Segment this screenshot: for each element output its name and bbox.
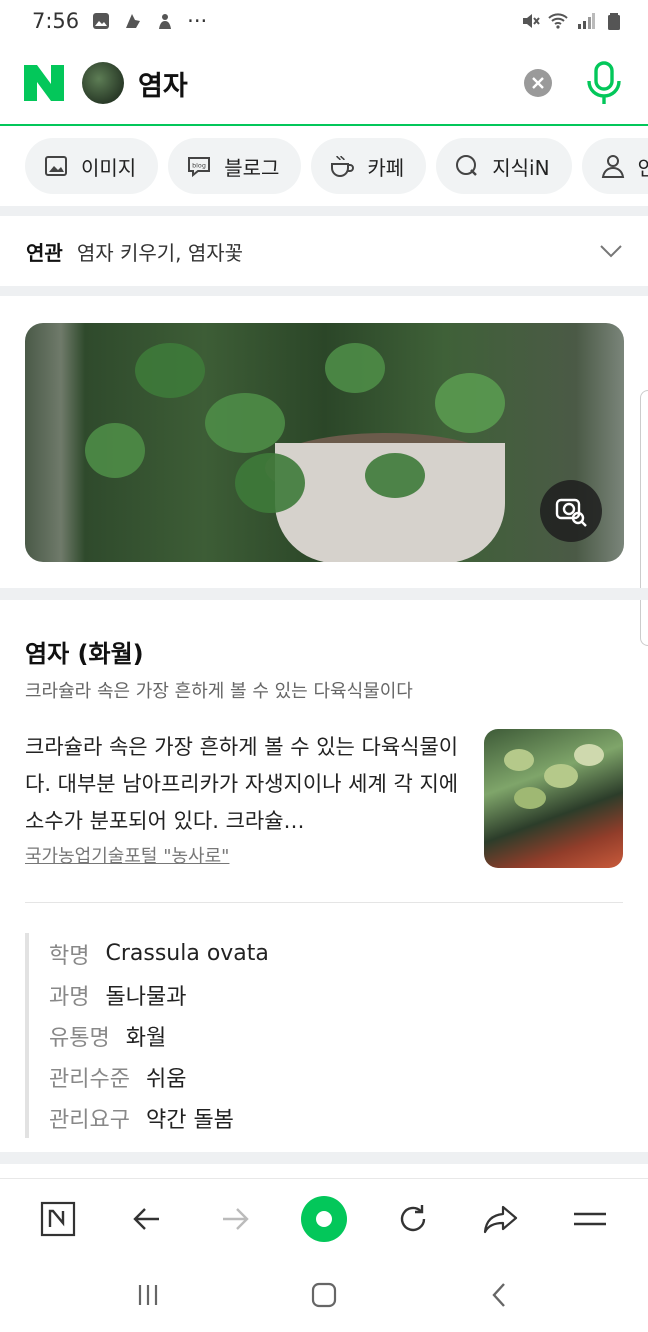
clear-search-button[interactable]	[524, 69, 552, 97]
related-keywords: 염자 키우기, 염자꽃	[76, 240, 244, 265]
tab-cafe[interactable]: 카페	[311, 138, 427, 194]
system-navigation-bar	[0, 1258, 648, 1332]
leaf	[135, 343, 205, 398]
share-icon	[483, 1205, 518, 1233]
tab-label: 카페	[367, 155, 405, 180]
related-searches[interactable]: 연관 염자 키우기, 염자꽃	[0, 216, 648, 286]
lens-search-icon	[555, 498, 587, 527]
section-divider	[0, 286, 648, 296]
fact-key: 과명	[49, 984, 90, 1010]
fact-row: 유통명 화월	[49, 1015, 623, 1056]
tab-blog[interactable]: blog 블로그	[168, 138, 302, 194]
search-category-tabs: 이미지 blog 블로그 카페 지식iN 인	[0, 126, 648, 206]
leaf	[205, 393, 285, 453]
fact-value: 쉬움	[145, 1066, 187, 1092]
section-divider	[0, 588, 648, 600]
leaf	[514, 787, 546, 809]
fact-value: 화월	[125, 1025, 167, 1051]
recent-apps-icon[interactable]	[134, 1281, 162, 1309]
leaf	[365, 453, 425, 498]
home-icon[interactable]	[310, 1281, 338, 1309]
refresh-icon	[400, 1204, 425, 1231]
plant-title[interactable]: 염자 (화월)	[25, 634, 623, 669]
plant-facts: 학명 Crassula ovata 과명 돌나물과 유통명 화월 관리수준 쉬움 관리요…	[25, 933, 623, 1138]
more-notifications-icon: ···	[187, 9, 208, 33]
kin-icon	[456, 155, 478, 176]
related-label: 연관	[26, 240, 63, 265]
plant-hero-image[interactable]	[25, 323, 624, 562]
tab-image[interactable]: 이미지	[25, 138, 159, 194]
naver-home-button[interactable]	[34, 1195, 82, 1243]
forward-button[interactable]	[211, 1195, 259, 1243]
tab-label: 인	[637, 155, 648, 180]
leaf	[435, 373, 505, 433]
search-bar: 염자	[0, 42, 648, 126]
microphone-icon[interactable]	[584, 61, 624, 105]
share-button[interactable]	[477, 1195, 525, 1243]
tab-person[interactable]: 인	[581, 138, 648, 194]
fact-value: Crassula ovata	[105, 941, 269, 966]
app-notification-icon	[126, 14, 141, 28]
leaf	[504, 749, 534, 771]
green-dot-icon	[300, 1195, 347, 1242]
fact-value: 약간 돌봄	[145, 1107, 234, 1133]
section-divider	[0, 206, 648, 216]
fact-key: 관리요구	[49, 1107, 130, 1133]
fact-key: 유통명	[49, 1025, 110, 1051]
chevron-down-icon[interactable]	[598, 238, 624, 264]
divider	[25, 902, 623, 903]
naver-logo-icon[interactable]	[24, 65, 64, 101]
status-time: 7:56	[32, 9, 80, 33]
system-back-icon[interactable]	[486, 1281, 514, 1309]
fact-row: 학명 Crassula ovata	[49, 933, 623, 974]
tab-label: 블로그	[224, 155, 280, 180]
leaf	[325, 343, 385, 393]
fact-row: 과명 돌나물과	[49, 974, 623, 1015]
fact-key: 학명	[49, 943, 90, 969]
cafe-icon	[331, 155, 355, 177]
back-button[interactable]	[123, 1195, 171, 1243]
fact-row: 관리수준 쉬움	[49, 1056, 623, 1097]
naver-n-icon	[41, 1201, 76, 1236]
battery-icon	[608, 13, 620, 30]
person-icon	[601, 155, 624, 178]
plant-thumbnail[interactable]	[484, 729, 623, 868]
app-notification-icon-2	[159, 14, 172, 29]
leaf	[574, 744, 604, 766]
browser-toolbar	[0, 1178, 648, 1258]
fact-row: 관리요구 약간 돌봄	[49, 1097, 623, 1138]
tab-label: 이미지	[81, 155, 137, 180]
leaf	[544, 764, 578, 788]
mute-icon	[523, 14, 540, 28]
refresh-button[interactable]	[389, 1195, 437, 1243]
plant-info-card: 염자 (화월) 크라슐라 속은 가장 흔하게 볼 수 있는 다육식물이다 크라슐…	[0, 600, 648, 1152]
green-dot-button[interactable]	[300, 1195, 348, 1243]
arrow-left-icon	[133, 1207, 159, 1230]
leaf	[85, 423, 145, 478]
arrow-right-icon	[223, 1207, 250, 1230]
tab-label: 지식iN	[492, 155, 550, 180]
source-link[interactable]: 국가농업기술포털 "농사로"	[25, 842, 465, 868]
signal-icon	[578, 13, 595, 29]
wifi-icon	[548, 13, 568, 29]
section-divider	[0, 1152, 648, 1164]
query-thumbnail	[82, 62, 124, 104]
tab-kin[interactable]: 지식iN	[436, 138, 572, 194]
leaf	[235, 453, 305, 513]
image-icon	[45, 156, 67, 176]
plant-description[interactable]: 크라슐라 속은 가장 흔하게 볼 수 있는 다육식물이다. 대부분 남아프리카가…	[25, 729, 465, 840]
hamburger-menu-icon	[573, 1212, 606, 1225]
gallery-notification-icon	[93, 13, 110, 29]
menu-button[interactable]	[566, 1195, 614, 1243]
search-input[interactable]: 염자	[138, 64, 188, 103]
fact-key: 관리수준	[49, 1066, 130, 1092]
blog-icon: blog	[188, 157, 211, 178]
close-icon	[532, 77, 544, 89]
status-bar: 7:56 ···	[0, 0, 648, 42]
plant-subtitle: 크라슐라 속은 가장 흔하게 볼 수 있는 다육식물이다	[25, 681, 413, 702]
image-search-button[interactable]	[540, 480, 602, 542]
fact-value: 돌나물과	[105, 984, 187, 1010]
svg-text:blog: blog	[192, 162, 206, 170]
